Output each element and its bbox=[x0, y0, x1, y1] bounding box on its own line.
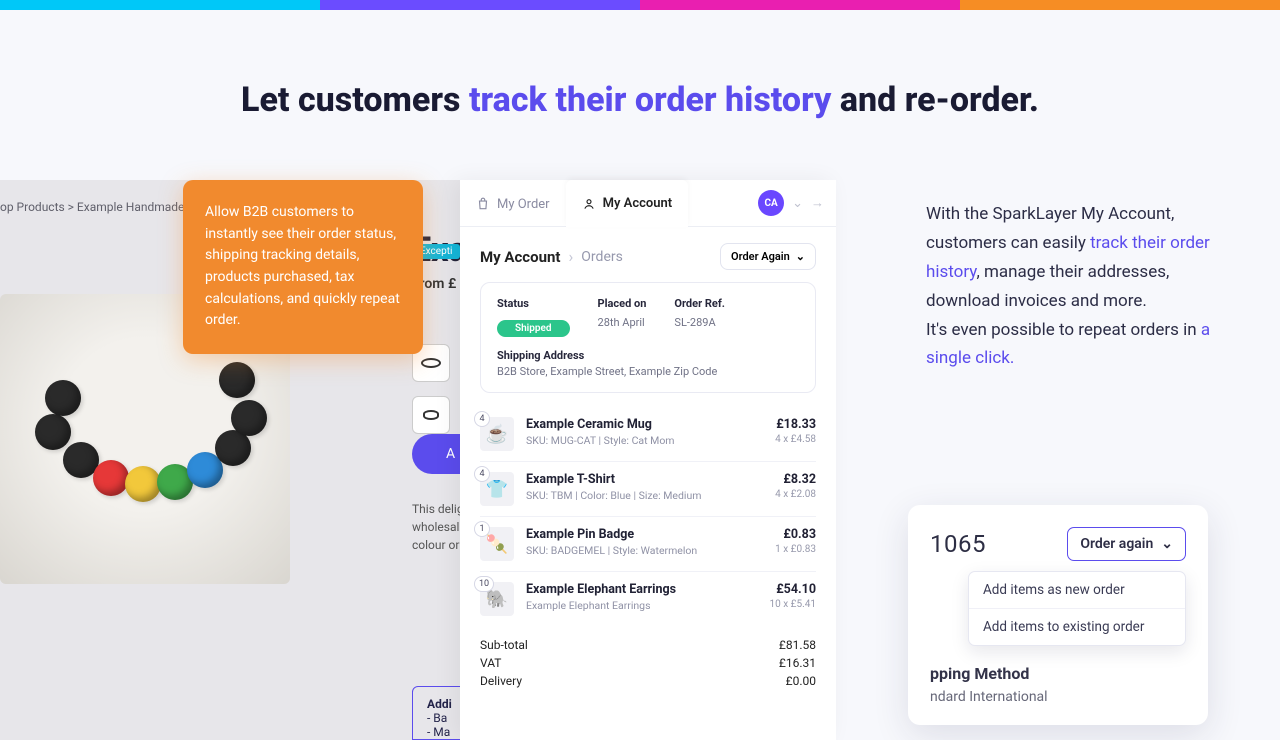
delivery-value: £0.00 bbox=[786, 674, 816, 688]
my-account-panel: My Order My Account CA ⌄ → My Account › … bbox=[460, 180, 836, 740]
order-ref-value: SL-289A bbox=[674, 316, 725, 329]
account-breadcrumb: My Account › Orders Order Again ⌄ bbox=[480, 243, 816, 270]
chevron-right-icon: › bbox=[568, 247, 573, 266]
line-sku: SKU: MUG-CAT | Style: Cat Mom bbox=[526, 434, 675, 447]
user-avatar[interactable]: CA bbox=[758, 190, 784, 216]
brand-stripe bbox=[0, 0, 1280, 10]
qty-badge: 4 bbox=[474, 411, 490, 427]
line-name: Example T-Shirt bbox=[526, 472, 701, 487]
status-badge: Shipped bbox=[497, 320, 570, 337]
line-sku: Example Elephant Earrings bbox=[526, 599, 676, 612]
qty-badge: 4 bbox=[474, 466, 490, 482]
arrow-right-icon[interactable]: → bbox=[811, 195, 824, 211]
line-price: £18.33 bbox=[775, 417, 816, 432]
chevron-down-icon: ⌄ bbox=[1161, 536, 1173, 552]
line-sku: SKU: TBM | Color: Blue | Size: Medium bbox=[526, 489, 701, 502]
qty-badge: 1 bbox=[474, 521, 490, 537]
order-again-menu: Add items as new order Add items to exis… bbox=[968, 571, 1186, 646]
line-price: £8.32 bbox=[775, 472, 816, 487]
breadcrumb-root[interactable]: My Account bbox=[480, 248, 560, 266]
order-line-item: 10🐘Example Elephant EarringsExample Elep… bbox=[480, 572, 816, 626]
order-totals: Sub-total £81.58 VAT £16.31 Delivery £0.00 bbox=[480, 636, 816, 690]
chevron-down-icon[interactable]: ⌄ bbox=[792, 196, 803, 211]
placed-on-value: 28th April bbox=[598, 316, 647, 329]
feature-description: With the SparkLayer My Account, customer… bbox=[926, 200, 1216, 373]
menu-item-new-order[interactable]: Add items as new order bbox=[969, 572, 1185, 608]
variant-swatch[interactable] bbox=[412, 396, 450, 434]
line-name: Example Elephant Earrings bbox=[526, 582, 676, 597]
subtotal-value: £81.58 bbox=[779, 638, 816, 652]
line-price: £54.10 bbox=[770, 582, 816, 597]
tab-my-order[interactable]: My Order bbox=[460, 181, 566, 226]
shipping-address-value: B2B Store, Example Street, Example Zip C… bbox=[497, 365, 799, 378]
line-unit-price: 4 x £4.58 bbox=[775, 434, 816, 445]
line-unit-price: 10 x £5.41 bbox=[770, 599, 816, 610]
line-name: Example Pin Badge bbox=[526, 527, 697, 542]
order-again-card: 1065 Order again ⌄ Add items as new orde… bbox=[908, 505, 1208, 725]
line-unit-price: 4 x £2.08 bbox=[775, 489, 816, 500]
placed-on-label: Placed on bbox=[598, 297, 647, 310]
menu-item-existing-order[interactable]: Add items to existing order bbox=[969, 608, 1185, 645]
page-headline: Let customers track their order history … bbox=[0, 80, 1280, 120]
vat-value: £16.31 bbox=[779, 656, 816, 670]
breadcrumb-leaf: Orders bbox=[581, 249, 623, 265]
tab-my-account[interactable]: My Account bbox=[566, 180, 689, 227]
feature-callout: Allow B2B customers to instantly see the… bbox=[183, 180, 423, 354]
subtotal-label: Sub-total bbox=[480, 638, 528, 652]
order-again-button[interactable]: Order again ⌄ bbox=[1067, 527, 1186, 561]
order-ref-label: Order Ref. bbox=[674, 297, 725, 310]
vat-label: VAT bbox=[480, 656, 501, 670]
shipping-method-value: ndard International bbox=[930, 689, 1186, 705]
shipping-address-label: Shipping Address bbox=[497, 349, 799, 362]
order-status-card: Status Shipped Placed on 28th April Orde… bbox=[480, 282, 816, 393]
order-number: 1065 bbox=[930, 530, 986, 558]
user-icon bbox=[582, 197, 596, 211]
status-label: Status bbox=[497, 297, 570, 310]
line-name: Example Ceramic Mug bbox=[526, 417, 675, 432]
qty-badge: 10 bbox=[474, 576, 494, 592]
delivery-label: Delivery bbox=[480, 674, 522, 688]
order-again-button[interactable]: Order Again ⌄ bbox=[720, 243, 816, 270]
shipping-method-label: pping Method bbox=[930, 664, 1186, 683]
bag-icon bbox=[476, 197, 490, 211]
chevron-down-icon: ⌄ bbox=[796, 250, 805, 263]
panel-tabs: My Order My Account CA ⌄ → bbox=[460, 180, 836, 227]
additional-info-box: Addi - Ba - Ma bbox=[412, 686, 467, 740]
line-unit-price: 1 x £0.83 bbox=[775, 544, 816, 555]
order-line-item: 4☕Example Ceramic MugSKU: MUG-CAT | Styl… bbox=[480, 407, 816, 462]
line-price: £0.83 bbox=[775, 527, 816, 542]
order-line-item: 4👕Example T-ShirtSKU: TBM | Color: Blue … bbox=[480, 462, 816, 517]
order-line-item: 1🍡Example Pin BadgeSKU: BADGEMEL | Style… bbox=[480, 517, 816, 572]
line-sku: SKU: BADGEMEL | Style: Watermelon bbox=[526, 544, 697, 557]
